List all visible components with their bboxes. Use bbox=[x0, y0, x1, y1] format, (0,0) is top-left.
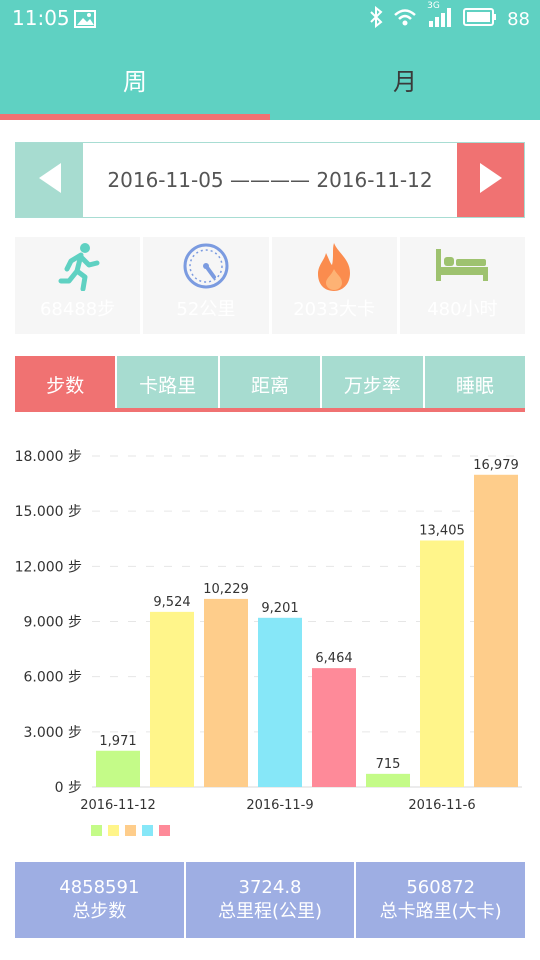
bed-icon bbox=[434, 247, 490, 287]
stat-steps: 68488步 bbox=[15, 237, 141, 334]
legend-swatch bbox=[91, 825, 102, 836]
date-range: 2016-11-05 ———— 2016-11-12 bbox=[107, 168, 433, 192]
bar bbox=[96, 750, 140, 787]
stat-calories: 2033大卡 bbox=[271, 237, 397, 334]
stats-row: 68488步 52公里 2033大卡 480小时 bbox=[15, 237, 525, 334]
stat-distance: 52公里 bbox=[143, 237, 269, 334]
network-type: 3G bbox=[427, 0, 440, 11]
stat-calories-value: 2033大卡 bbox=[293, 299, 376, 320]
legend-swatch bbox=[125, 825, 136, 836]
bar-value-label: 10,229 bbox=[203, 582, 249, 597]
tab-calories[interactable]: 卡路里 bbox=[117, 356, 220, 412]
metric-tab-underline bbox=[15, 408, 525, 412]
x-tick-label: 2016-11-12 bbox=[80, 798, 156, 813]
x-tick-label: 2016-11-6 bbox=[408, 798, 475, 813]
summary-total-calories: 560872 总卡路里(大卡) bbox=[356, 862, 526, 938]
battery-icon bbox=[463, 7, 497, 31]
summary-total-steps-label: 总步数 bbox=[72, 901, 127, 922]
status-bar: 11:05 3G 88 bbox=[0, 0, 540, 38]
tab-distance[interactable]: 距离 bbox=[219, 356, 323, 412]
tab-month[interactable]: 月 bbox=[270, 38, 540, 120]
bar-value-label: 6,464 bbox=[315, 651, 352, 666]
gallery-icon bbox=[74, 10, 96, 32]
summary-total-steps-value: 4858591 bbox=[59, 877, 140, 898]
summary-row: 4858591 总步数 3724.8 总里程(公里) 560872 总卡路里(大… bbox=[15, 862, 526, 938]
bar bbox=[150, 611, 194, 787]
stat-sleep: 480小时 bbox=[399, 237, 525, 334]
summary-total-distance-label: 总里程(公里) bbox=[217, 901, 323, 922]
y-tick-label: 6.000 步 bbox=[23, 670, 82, 686]
legend-swatch bbox=[159, 825, 170, 836]
status-time: 11:05 bbox=[12, 6, 70, 30]
bar bbox=[420, 540, 464, 787]
arrow-left-icon bbox=[37, 161, 63, 199]
bar-value-label: 16,979 bbox=[473, 458, 519, 473]
signal-icon: 3G bbox=[427, 1, 453, 32]
tab-sleep[interactable]: 睡眠 bbox=[424, 356, 526, 412]
bar bbox=[204, 598, 248, 787]
summary-total-steps: 4858591 总步数 bbox=[15, 862, 184, 938]
bar-value-label: 1,971 bbox=[99, 734, 136, 749]
arrow-right-icon bbox=[478, 161, 504, 199]
stat-distance-value: 52公里 bbox=[176, 299, 236, 320]
bar-value-label: 715 bbox=[376, 757, 401, 772]
bar bbox=[474, 474, 518, 787]
bar bbox=[366, 773, 410, 787]
summary-total-distance-value: 3724.8 bbox=[238, 877, 302, 898]
y-tick-label: 3.000 步 bbox=[23, 725, 82, 741]
metric-tabs: 步数 卡路里 距离 万步率 睡眠 bbox=[15, 356, 526, 412]
summary-total-calories-value: 560872 bbox=[406, 877, 476, 898]
next-week-button[interactable] bbox=[457, 143, 524, 217]
speedometer-icon bbox=[181, 241, 231, 295]
tab-goal-rate[interactable]: 万步率 bbox=[322, 356, 425, 412]
date-navigator: 2016-11-05 ———— 2016-11-12 bbox=[15, 142, 525, 218]
y-tick-label: 0 步 bbox=[55, 780, 82, 796]
running-icon bbox=[55, 241, 101, 295]
flame-icon bbox=[312, 241, 356, 297]
bar bbox=[312, 668, 356, 787]
bar bbox=[258, 617, 302, 787]
previous-week-button[interactable] bbox=[16, 143, 83, 217]
tab-week[interactable]: 周 bbox=[0, 38, 270, 120]
stat-sleep-value: 480小时 bbox=[427, 299, 498, 320]
y-tick-label: 15.000 步 bbox=[15, 504, 82, 520]
bar-value-label: 9,201 bbox=[261, 601, 298, 616]
tab-indicator bbox=[0, 114, 270, 120]
summary-total-calories-label: 总卡路里(大卡) bbox=[379, 901, 502, 922]
y-tick-label: 9.000 步 bbox=[23, 615, 82, 631]
legend-swatch bbox=[142, 825, 153, 836]
battery-level: 88 bbox=[507, 8, 530, 30]
summary-total-distance: 3724.8 总里程(公里) bbox=[185, 862, 355, 938]
wifi-icon bbox=[393, 7, 417, 32]
tab-steps[interactable]: 步数 bbox=[15, 356, 118, 412]
y-tick-label: 18.000 步 bbox=[15, 449, 82, 465]
bluetooth-icon bbox=[369, 5, 383, 33]
bar-value-label: 13,405 bbox=[419, 523, 465, 538]
y-tick-label: 12.000 步 bbox=[15, 559, 82, 575]
steps-bar-chart: 0 步 3.000 步 6.000 步 9.000 步 12.000 步 15.000 步… bbox=[15, 449, 522, 836]
bar-value-label: 9,524 bbox=[153, 595, 190, 610]
legend-swatch bbox=[108, 825, 119, 836]
stat-steps-value: 68488步 bbox=[39, 299, 116, 320]
x-tick-label: 2016-11-9 bbox=[246, 798, 313, 813]
period-tabbar: 周 月 bbox=[0, 38, 540, 120]
